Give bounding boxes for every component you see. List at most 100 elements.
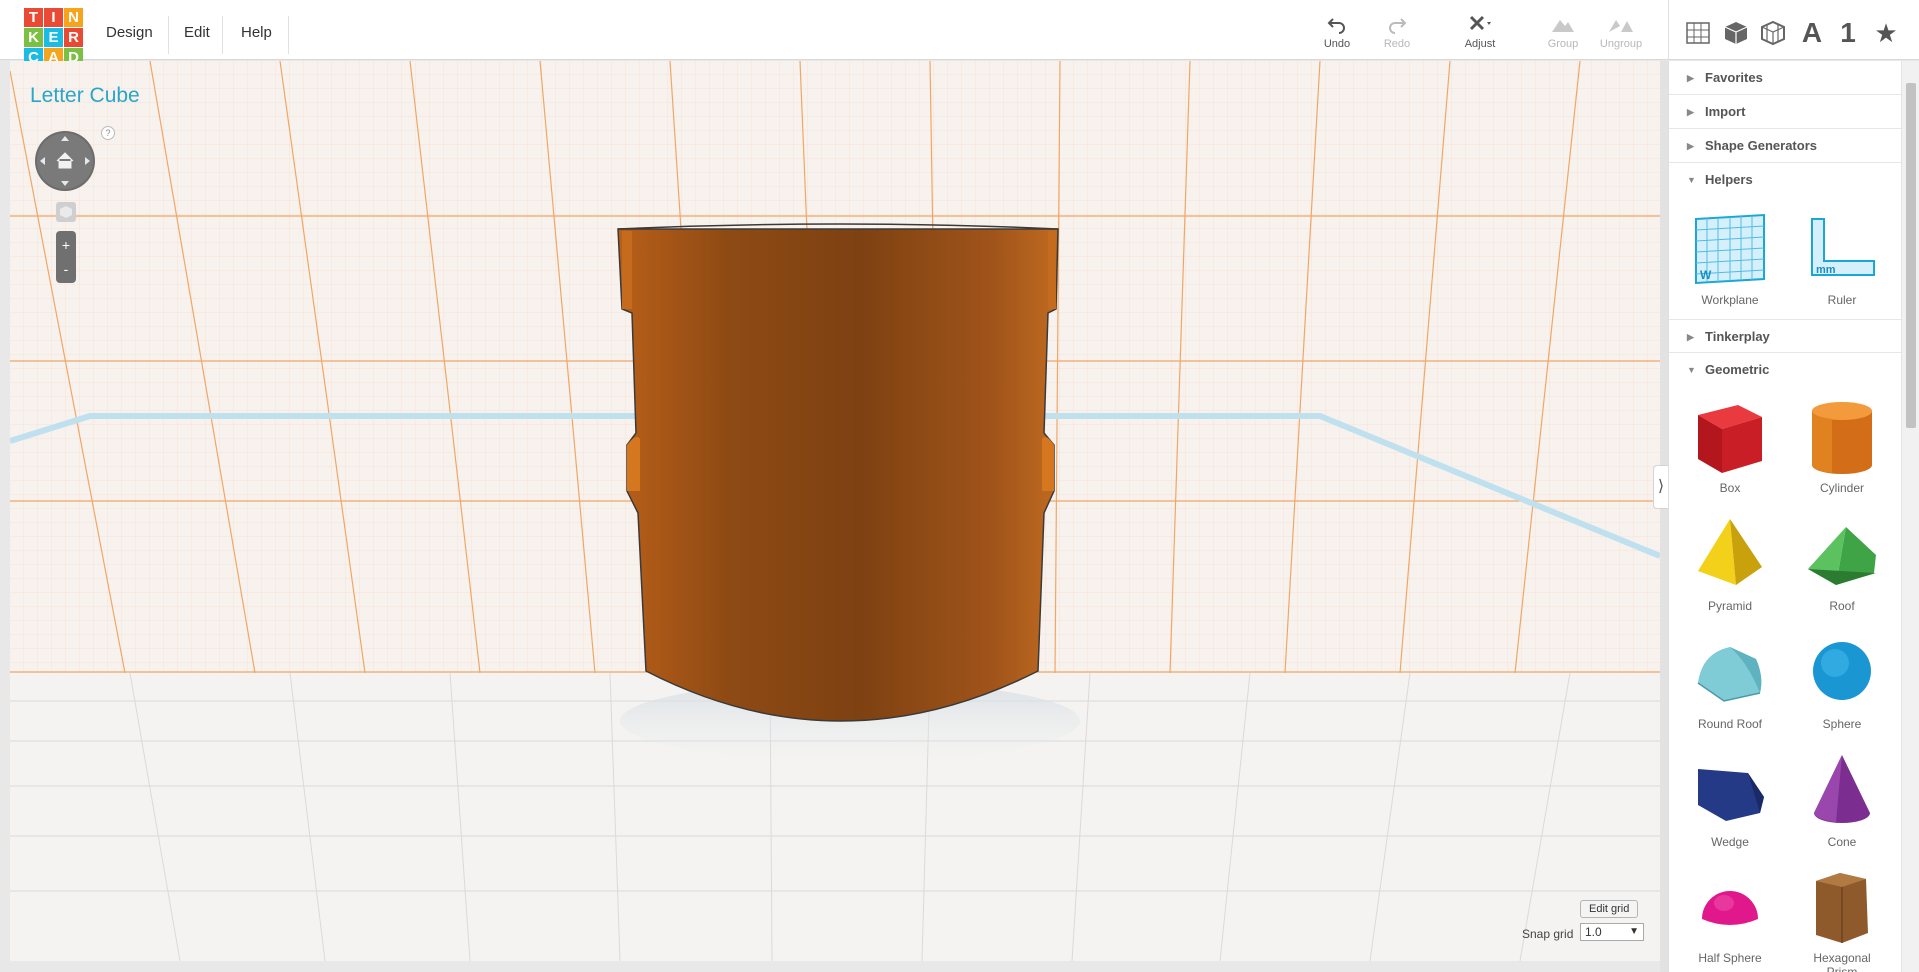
tinkercad-logo[interactable]: T I N K E R C A D: [24, 8, 84, 68]
logo-letter: K: [24, 28, 43, 47]
category-tinkerplay[interactable]: ▶ Tinkerplay: [1669, 319, 1901, 353]
category-import[interactable]: ▶ Import: [1669, 95, 1901, 129]
shape-workplane[interactable]: W Workplane: [1685, 209, 1775, 307]
menu-design[interactable]: Design: [106, 24, 153, 48]
fit-view-button[interactable]: [56, 202, 76, 222]
collapse-panel-button[interactable]: ⟩: [1653, 465, 1668, 509]
group-label: Group: [1547, 38, 1579, 50]
shape-label: Box: [1719, 481, 1741, 495]
triangle-down-icon: ▼: [1687, 175, 1696, 185]
redo-icon: [1389, 18, 1407, 34]
text-shapes-icon[interactable]: A: [1797, 18, 1827, 48]
chevron-down-icon: ▼: [1629, 926, 1639, 937]
shape-label: Hexagonal Prism: [1813, 951, 1871, 972]
top-bar: T I N K E R C A D Design Edit Help Undo …: [0, 0, 1919, 67]
grid-view-icon[interactable]: [1683, 18, 1713, 48]
logo-letter: N: [64, 8, 83, 27]
number-shapes-icon[interactable]: 1: [1833, 18, 1863, 48]
shape-ruler[interactable]: mm Ruler: [1797, 209, 1887, 307]
zoom-out-button[interactable]: -: [56, 257, 76, 281]
sidebar-scrollbar[interactable]: [1901, 61, 1919, 972]
menu-divider: [288, 16, 289, 54]
menu-help[interactable]: Help: [241, 24, 272, 48]
box-view-icon[interactable]: [1721, 18, 1751, 48]
category-helpers[interactable]: ▼ Helpers: [1669, 163, 1901, 197]
ungroup-label: Ungroup: [1599, 38, 1643, 50]
shape-pyramid[interactable]: Pyramid: [1685, 515, 1775, 613]
category-label: Shape Generators: [1705, 138, 1817, 153]
zoom-in-button[interactable]: +: [56, 233, 76, 257]
pyramid-icon: [1698, 519, 1762, 585]
triangle-right-icon: ▶: [1687, 332, 1694, 342]
wedge-icon: [1698, 769, 1764, 821]
shape-hexagonal-prism[interactable]: Hexagonal Prism: [1797, 867, 1887, 972]
viewport-edge: [1660, 61, 1668, 972]
shape-cone[interactable]: Cone: [1797, 751, 1887, 849]
shape-sphere[interactable]: Sphere: [1797, 633, 1887, 731]
shape-half-sphere[interactable]: Half Sphere: [1685, 867, 1775, 965]
category-label: Import: [1705, 104, 1746, 119]
snap-grid-select[interactable]: 1.0 ▼: [1580, 923, 1644, 941]
logo-letter: E: [44, 28, 63, 47]
shape-roof[interactable]: Roof: [1797, 515, 1887, 613]
adjust-label: Adjust: [1464, 38, 1496, 50]
logo-letter: T: [24, 8, 43, 27]
triangle-right-icon: ▶: [1687, 107, 1694, 117]
group-button[interactable]: Group: [1545, 14, 1581, 50]
ruler-icon: mm: [1811, 218, 1875, 276]
scrollbar-thumb[interactable]: [1906, 83, 1916, 428]
shape-label: Roof: [1829, 599, 1855, 613]
design-title[interactable]: Letter Cube: [30, 84, 140, 108]
workplane-grid: [10, 61, 1660, 961]
category-favorites[interactable]: ▶ Favorites: [1669, 61, 1901, 95]
shape-label: Wedge: [1711, 835, 1749, 849]
logo-letter: R: [64, 28, 83, 47]
workplane-icon: W: [1695, 213, 1765, 285]
category-label: Geometric: [1705, 362, 1770, 377]
shape-label: Half Sphere: [1698, 951, 1762, 965]
category-shape-generators[interactable]: ▶ Shape Generators: [1669, 129, 1901, 163]
undo-icon: [1327, 18, 1345, 34]
3d-workplane-viewport[interactable]: [10, 61, 1660, 961]
shape-cylinder[interactable]: Cylinder: [1797, 397, 1887, 495]
snap-grid-value: 1.0: [1585, 925, 1602, 939]
wireframe-view-icon[interactable]: [1758, 18, 1788, 48]
menu-divider: [222, 16, 223, 54]
group-icon: [1552, 20, 1574, 32]
shape-label: Sphere: [1822, 717, 1862, 731]
triangle-right-icon: ▶: [1687, 141, 1694, 151]
favorites-star-icon[interactable]: ★: [1871, 18, 1901, 48]
orange-cylinder-object[interactable]: [617, 223, 1059, 722]
triangle-down-icon: ▼: [1687, 365, 1696, 375]
ungroup-icon: [1609, 20, 1633, 32]
category-label: Tinkerplay: [1705, 329, 1770, 344]
undo-button[interactable]: Undo: [1322, 14, 1352, 50]
navigation-help-button[interactable]: ?: [101, 126, 115, 140]
ungroup-button[interactable]: Ungroup: [1598, 14, 1644, 50]
edit-grid-button[interactable]: Edit grid: [1580, 900, 1639, 918]
category-label: Helpers: [1705, 172, 1753, 187]
logo-letter: I: [44, 8, 63, 27]
triangle-right-icon: ▶: [1687, 73, 1694, 83]
snap-grid-label: Snap grid: [1522, 927, 1574, 941]
shape-label: Pyramid: [1707, 599, 1752, 613]
roof-icon: [1808, 527, 1876, 585]
shape-round-roof[interactable]: Round Roof: [1685, 633, 1775, 731]
category-label: Favorites: [1705, 70, 1763, 85]
shapes-sidebar: ▶ Favorites ▶ Import ▶ Shape Generators …: [1668, 61, 1901, 972]
shape-label: Ruler: [1827, 293, 1857, 307]
undo-label: Undo: [1323, 38, 1351, 50]
cone-icon: [1814, 755, 1870, 823]
view-navigation-control[interactable]: [34, 130, 96, 192]
adjust-button[interactable]: Adjust: [1462, 14, 1498, 50]
round-roof-icon: [1697, 647, 1762, 702]
adjust-icon: [1469, 15, 1491, 31]
cylinder-icon: [1812, 402, 1872, 474]
shape-box[interactable]: Box: [1685, 397, 1775, 495]
category-geometric[interactable]: ▼ Geometric: [1669, 353, 1901, 387]
menu-edit[interactable]: Edit: [184, 24, 210, 48]
menu-divider: [168, 16, 169, 54]
redo-button[interactable]: Redo: [1382, 14, 1412, 50]
shape-wedge[interactable]: Wedge: [1685, 751, 1775, 849]
half-sphere-icon: [1702, 891, 1758, 925]
